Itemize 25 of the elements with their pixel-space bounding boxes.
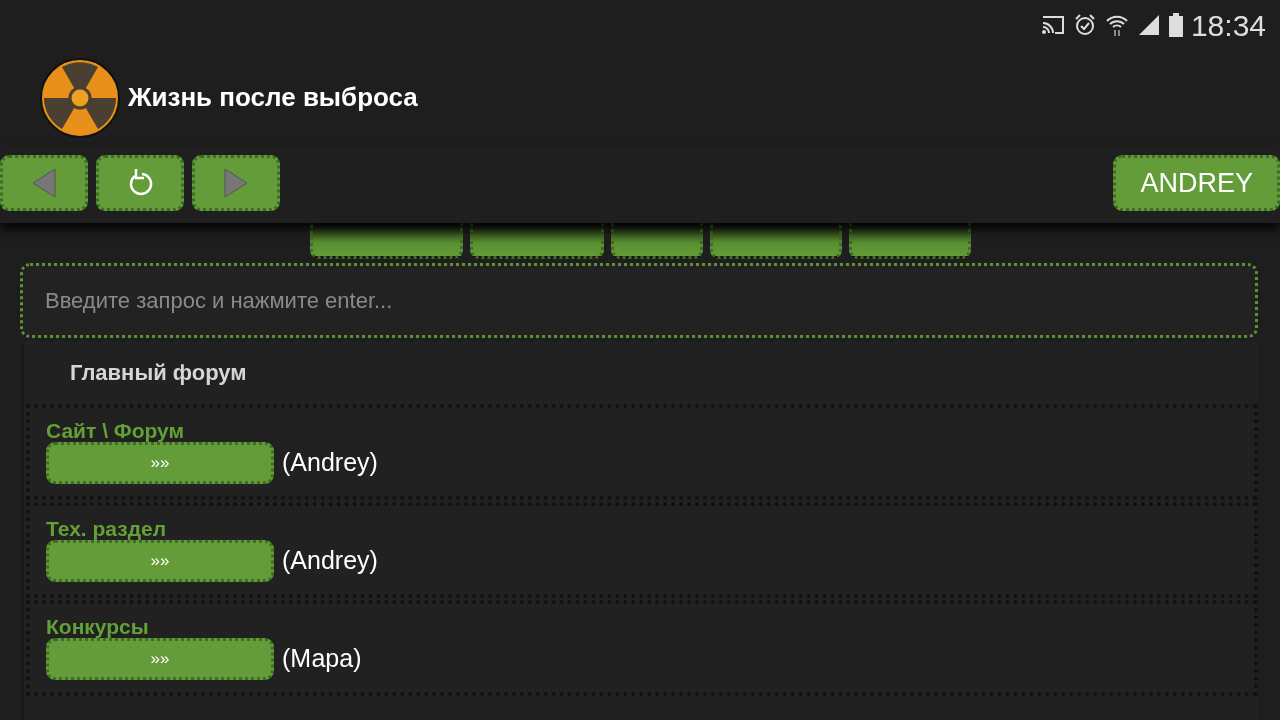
tab[interactable] [849, 223, 971, 259]
author-name: (Andrey) [282, 545, 378, 577]
forum-title[interactable]: Тех. раздел [46, 518, 1238, 540]
open-button[interactable]: »» [46, 540, 274, 582]
cast-icon [1040, 15, 1065, 35]
app-title: Жизнь после выброса [128, 81, 418, 114]
refresh-button[interactable] [96, 155, 184, 211]
clock-time: 18:34 [1190, 7, 1266, 44]
battery-icon [1168, 13, 1183, 37]
search-field[interactable]: Введите запрос и нажмите enter... [20, 263, 1258, 338]
wifi-icon [1104, 13, 1129, 37]
open-button[interactable]: »» [46, 442, 274, 484]
tab[interactable] [310, 223, 463, 259]
forum-title[interactable]: Сайт \ Форум [46, 420, 1238, 442]
tab[interactable] [611, 223, 703, 259]
author-name: (Andrey) [282, 447, 378, 479]
open-button[interactable]: »» [46, 638, 274, 680]
back-icon [31, 168, 57, 198]
user-button[interactable]: ANDREY [1113, 155, 1280, 211]
forum-title[interactable]: Конкурсы [46, 616, 1238, 638]
tab[interactable] [470, 223, 604, 259]
section-title: Главный форум [69, 359, 248, 387]
forward-icon [223, 168, 249, 198]
author-name: (Мара) [282, 643, 362, 675]
tab[interactable] [710, 223, 842, 259]
